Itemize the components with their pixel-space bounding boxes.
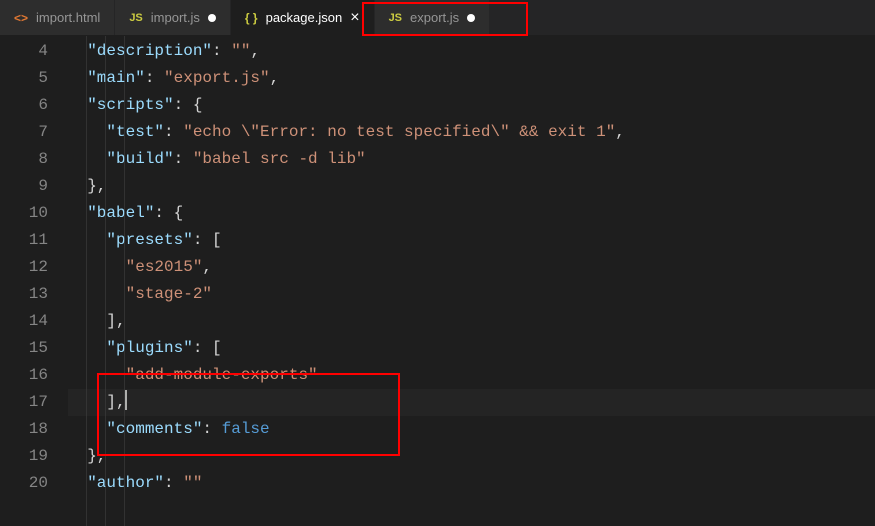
- line-number: 12: [0, 254, 48, 281]
- dirty-dot-icon: [467, 14, 475, 22]
- tab-bar: <> import.html JS import.js { } package.…: [0, 0, 875, 36]
- line-number: 17: [0, 389, 48, 416]
- code-line[interactable]: ],: [68, 308, 875, 335]
- code-line[interactable]: ],: [68, 389, 875, 416]
- code-line[interactable]: "babel": {: [68, 200, 875, 227]
- line-number: 5: [0, 65, 48, 92]
- indent-guide: [86, 36, 87, 526]
- line-number: 16: [0, 362, 48, 389]
- line-number: 13: [0, 281, 48, 308]
- line-number: 6: [0, 92, 48, 119]
- tab-package-json[interactable]: { } package.json ×: [231, 0, 375, 35]
- tab-import-html[interactable]: <> import.html: [0, 0, 115, 35]
- html-icon: <>: [14, 11, 28, 25]
- tab-import-js[interactable]: JS import.js: [115, 0, 231, 35]
- line-number: 14: [0, 308, 48, 335]
- code-line[interactable]: "presets": [: [68, 227, 875, 254]
- code-line[interactable]: "scripts": {: [68, 92, 875, 119]
- code-line[interactable]: "plugins": [: [68, 335, 875, 362]
- tab-label: package.json: [266, 10, 343, 25]
- line-number: 15: [0, 335, 48, 362]
- code-line[interactable]: "author": "": [68, 470, 875, 497]
- close-icon[interactable]: ×: [350, 10, 359, 26]
- code-area[interactable]: "description": "", "main": "export.js", …: [68, 36, 875, 526]
- tab-label: import.html: [36, 10, 100, 25]
- js-icon: JS: [389, 12, 402, 24]
- tab-export-js[interactable]: JS export.js: [375, 0, 491, 35]
- line-number: 7: [0, 119, 48, 146]
- dirty-dot-icon: [208, 14, 216, 22]
- line-number: 4: [0, 38, 48, 65]
- code-line[interactable]: "add-module-exports": [68, 362, 875, 389]
- line-number: 20: [0, 470, 48, 497]
- line-number: 9: [0, 173, 48, 200]
- tab-label: import.js: [151, 10, 200, 25]
- code-line[interactable]: "es2015",: [68, 254, 875, 281]
- code-line[interactable]: "test": "echo \"Error: no test specified…: [68, 119, 875, 146]
- line-number: 8: [0, 146, 48, 173]
- indent-guide: [124, 36, 125, 526]
- code-line[interactable]: "comments": false: [68, 416, 875, 443]
- indent-guide: [105, 36, 106, 526]
- code-line[interactable]: "stage-2": [68, 281, 875, 308]
- js-icon: JS: [129, 12, 142, 24]
- line-number: 19: [0, 443, 48, 470]
- code-line[interactable]: },: [68, 173, 875, 200]
- line-number-gutter: 4 5 6 7 8 9 10 11 12 13 14 15 16 17 18 1…: [0, 36, 68, 526]
- editor[interactable]: 4 5 6 7 8 9 10 11 12 13 14 15 16 17 18 1…: [0, 36, 875, 526]
- line-number: 18: [0, 416, 48, 443]
- line-number: 10: [0, 200, 48, 227]
- tab-label: export.js: [410, 10, 459, 25]
- line-number: 11: [0, 227, 48, 254]
- code-line[interactable]: },: [68, 443, 875, 470]
- code-line[interactable]: "description": "",: [68, 38, 875, 65]
- json-icon: { }: [245, 11, 258, 25]
- code-line[interactable]: "build": "babel src -d lib": [68, 146, 875, 173]
- code-line[interactable]: "main": "export.js",: [68, 65, 875, 92]
